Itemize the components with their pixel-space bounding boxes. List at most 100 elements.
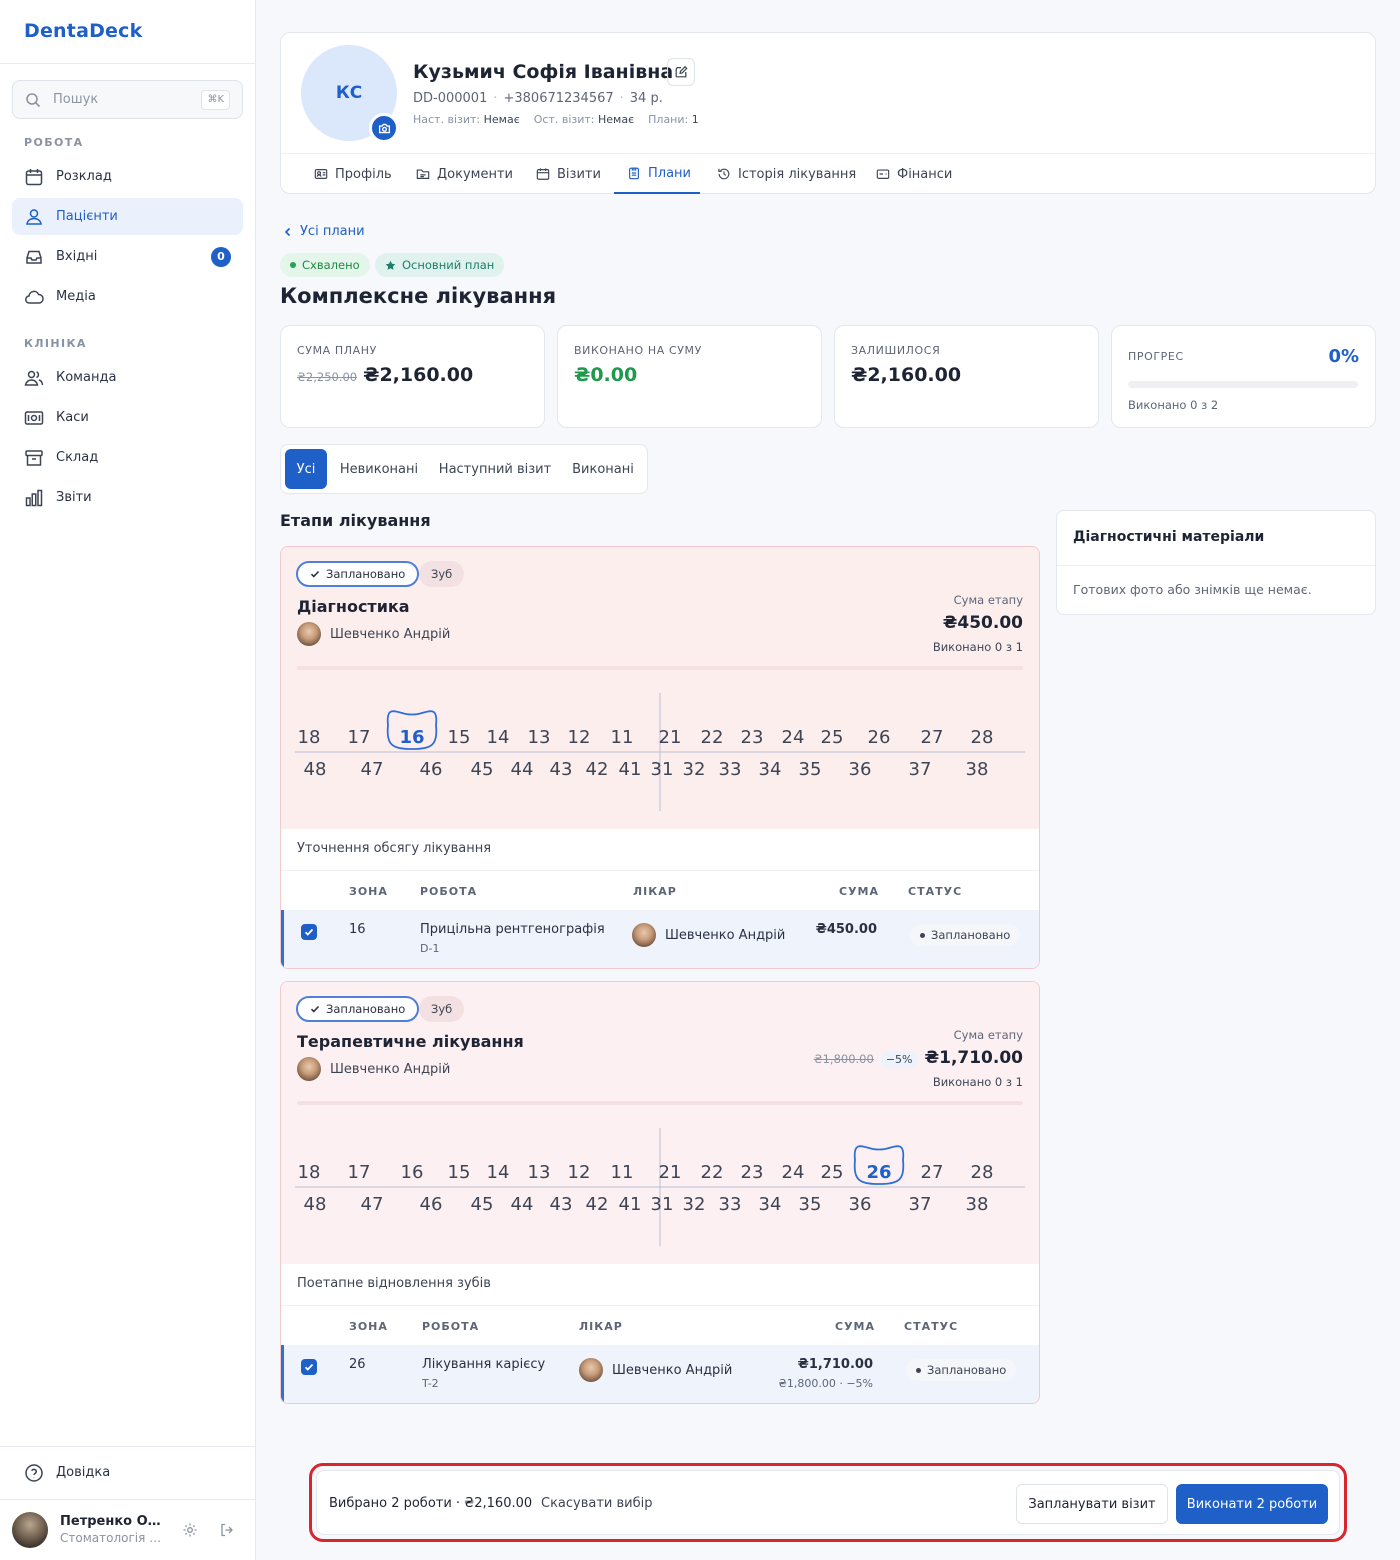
tooth-42[interactable]: 42 — [586, 1194, 609, 1215]
app-logo[interactable]: DentaDeck — [24, 20, 142, 42]
sidebar-item-cash[interactable]: Каси — [12, 399, 243, 436]
tooth-32[interactable]: 32 — [683, 759, 706, 780]
tooth-26[interactable]: 26 — [868, 727, 891, 748]
tooth-41[interactable]: 41 — [619, 1194, 642, 1215]
tooth-14[interactable]: 14 — [487, 727, 510, 748]
tooth-22[interactable]: 22 — [701, 1162, 724, 1183]
tooth-17[interactable]: 17 — [348, 727, 371, 748]
tooth-13[interactable]: 13 — [528, 727, 551, 748]
tooth-37[interactable]: 37 — [909, 759, 932, 780]
stage-status-toggle[interactable]: Заплановано — [296, 996, 420, 1022]
stage-status-toggle[interactable]: Заплановано — [296, 561, 420, 587]
sidebar-item-patients[interactable]: Пацієнти — [12, 198, 243, 235]
sidebar-item-warehouse[interactable]: Склад — [12, 439, 243, 476]
tooth-48[interactable]: 48 — [304, 759, 327, 780]
tooth-47[interactable]: 47 — [361, 759, 384, 780]
tooth-26[interactable]: 26 — [866, 1162, 891, 1183]
tooth-23[interactable]: 23 — [741, 727, 764, 748]
sidebar-item-media[interactable]: Медіа — [12, 278, 243, 315]
tooth-27[interactable]: 27 — [921, 1162, 944, 1183]
tooth-25[interactable]: 25 — [821, 1162, 844, 1183]
row-checkbox[interactable] — [301, 924, 317, 940]
sidebar-item-schedule[interactable]: Розклад — [12, 158, 243, 195]
tooth-18[interactable]: 18 — [298, 727, 321, 748]
tooth-42[interactable]: 42 — [586, 759, 609, 780]
tooth-34[interactable]: 34 — [759, 1194, 782, 1215]
tooth-24[interactable]: 24 — [782, 727, 805, 748]
tooth-31[interactable]: 31 — [651, 1194, 674, 1215]
tooth-37[interactable]: 37 — [909, 1194, 932, 1215]
sidebar-item-help[interactable]: Довідка — [12, 1454, 243, 1491]
tooth-12[interactable]: 12 — [568, 1162, 591, 1183]
tooth-21[interactable]: 21 — [659, 727, 682, 748]
tooth-46[interactable]: 46 — [420, 759, 443, 780]
patient-phone[interactable]: +380671234567 — [503, 91, 613, 106]
search-input[interactable]: Пошук ⌘K — [12, 80, 243, 119]
tooth-25[interactable]: 25 — [821, 727, 844, 748]
clear-selection-link[interactable]: Скасувати вибір — [541, 1496, 653, 1511]
tooth-38[interactable]: 38 — [966, 1194, 989, 1215]
logout-icon[interactable] — [219, 1522, 235, 1538]
tooth-23[interactable]: 23 — [741, 1162, 764, 1183]
tooth-45[interactable]: 45 — [471, 759, 494, 780]
table-row[interactable]: 16 Прицільна рентгенографія D-1 Шевченко … — [281, 910, 1039, 968]
tooth-32[interactable]: 32 — [683, 1194, 706, 1215]
tab-plans[interactable]: Плани — [614, 154, 700, 194]
tab-profile[interactable]: Профіль — [314, 154, 392, 194]
execute-works-button[interactable]: Виконати 2 роботи — [1176, 1484, 1328, 1524]
edit-patient-button[interactable] — [667, 58, 695, 86]
filter-not-done[interactable]: Невиконані — [335, 449, 423, 489]
sidebar-item-reports[interactable]: Звіти — [12, 479, 243, 516]
tooth-21[interactable]: 21 — [659, 1162, 682, 1183]
filter-all[interactable]: Усі — [285, 449, 327, 489]
filter-next-visit[interactable]: Наступний візит — [431, 449, 559, 489]
sidebar-item-inbox[interactable]: Вхідні 0 — [12, 238, 243, 275]
row-checkbox[interactable] — [301, 1359, 317, 1375]
tooth-17[interactable]: 17 — [348, 1162, 371, 1183]
tooth-36[interactable]: 36 — [849, 1194, 872, 1215]
tooth-46[interactable]: 46 — [420, 1194, 443, 1215]
table-row[interactable]: 26 Лікування карієсу T-2 Шевченко Андрій … — [281, 1345, 1039, 1403]
tooth-11[interactable]: 11 — [611, 727, 634, 748]
tooth-48[interactable]: 48 — [304, 1194, 327, 1215]
tooth-15[interactable]: 15 — [448, 1162, 471, 1183]
tooth-43[interactable]: 43 — [550, 759, 573, 780]
tooth-16[interactable]: 16 — [399, 727, 424, 748]
tooth-14[interactable]: 14 — [487, 1162, 510, 1183]
change-photo-button[interactable] — [369, 113, 399, 143]
tooth-33[interactable]: 33 — [719, 1194, 742, 1215]
tooth-15[interactable]: 15 — [448, 727, 471, 748]
tooth-35[interactable]: 35 — [799, 759, 822, 780]
tooth-41[interactable]: 41 — [619, 759, 642, 780]
tab-documents[interactable]: Документи — [416, 154, 513, 194]
tooth-28[interactable]: 28 — [971, 727, 994, 748]
tooth-45[interactable]: 45 — [471, 1194, 494, 1215]
tab-finance[interactable]: Фінанси — [876, 154, 952, 194]
filter-done[interactable]: Виконані — [565, 449, 641, 489]
tooth-35[interactable]: 35 — [799, 1194, 822, 1215]
gear-icon[interactable] — [182, 1522, 198, 1538]
tooth-27[interactable]: 27 — [921, 727, 944, 748]
tooth-38[interactable]: 38 — [966, 759, 989, 780]
tooth-36[interactable]: 36 — [849, 759, 872, 780]
back-to-plans-link[interactable]: Усі плани — [282, 224, 365, 239]
tooth-12[interactable]: 12 — [568, 727, 591, 748]
schedule-visit-button[interactable]: Запланувати візит — [1016, 1484, 1168, 1524]
tooth-24[interactable]: 24 — [782, 1162, 805, 1183]
tooth-11[interactable]: 11 — [611, 1162, 634, 1183]
tooth-33[interactable]: 33 — [719, 759, 742, 780]
tooth-18[interactable]: 18 — [298, 1162, 321, 1183]
tooth-31[interactable]: 31 — [651, 759, 674, 780]
tooth-47[interactable]: 47 — [361, 1194, 384, 1215]
tooth-43[interactable]: 43 — [550, 1194, 573, 1215]
tab-visits[interactable]: Візити — [536, 154, 601, 194]
tooth-13[interactable]: 13 — [528, 1162, 551, 1183]
tooth-34[interactable]: 34 — [759, 759, 782, 780]
tooth-44[interactable]: 44 — [511, 759, 534, 780]
tooth-28[interactable]: 28 — [971, 1162, 994, 1183]
tab-treatment-history[interactable]: Історія лікування — [717, 154, 856, 194]
tooth-22[interactable]: 22 — [701, 727, 724, 748]
sidebar-item-team[interactable]: Команда — [12, 359, 243, 396]
user-profile[interactable]: Петренко Олександр Стоматологія Плюс — [0, 1500, 255, 1560]
tooth-44[interactable]: 44 — [511, 1194, 534, 1215]
